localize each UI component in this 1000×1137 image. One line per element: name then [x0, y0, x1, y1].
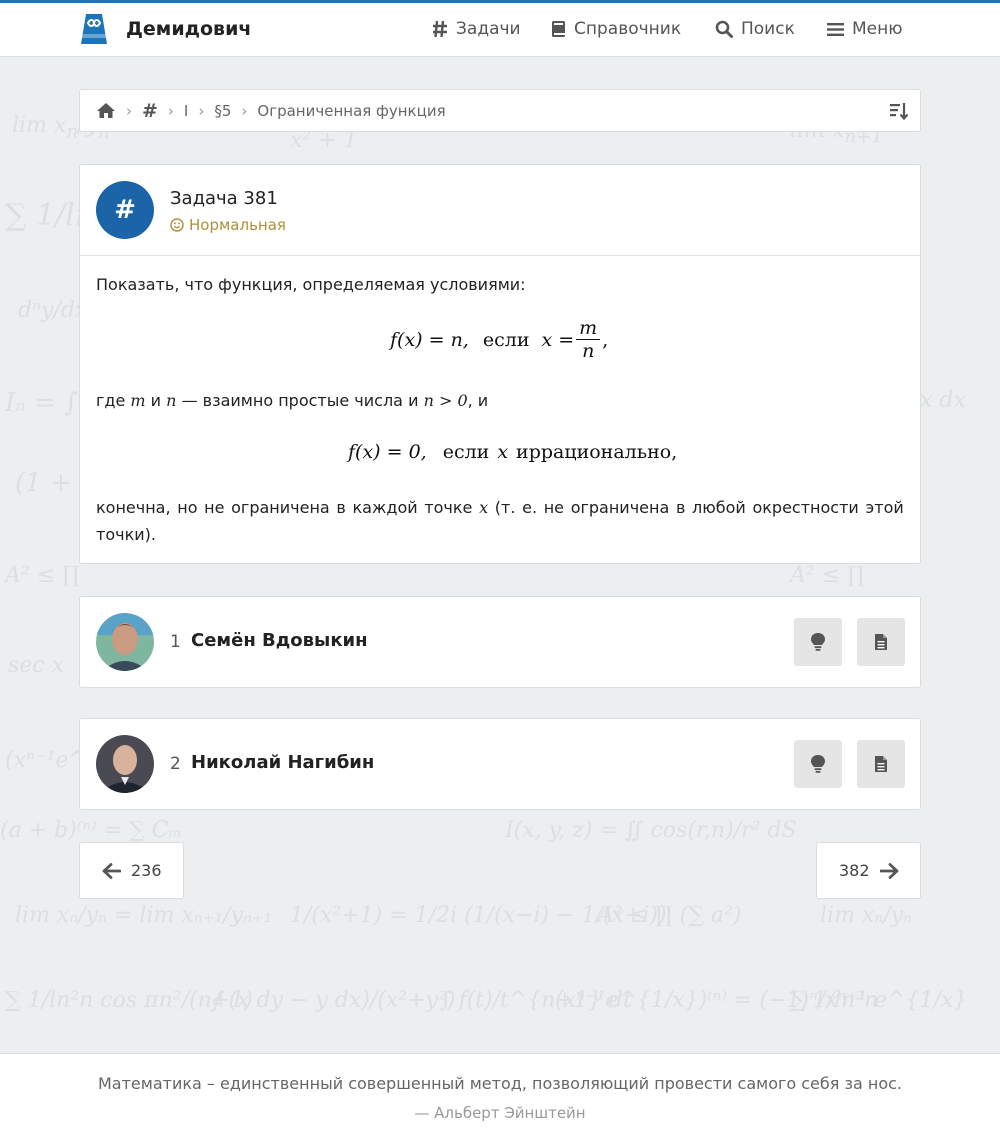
word: не	[543, 498, 565, 517]
formula-1-fraction: m n	[576, 317, 601, 362]
word: но	[177, 498, 198, 517]
formula-1: f(x) = n, если x = m n ,	[390, 317, 608, 362]
word: ограничена	[570, 498, 670, 517]
hash-icon	[433, 20, 447, 38]
word: не	[204, 498, 225, 517]
formula-2-var: x	[497, 441, 509, 463]
formula-2-rest: иррационально,	[516, 441, 678, 463]
solution-button[interactable]	[857, 740, 905, 788]
nav-search[interactable]: Поиск	[715, 19, 795, 39]
arrow-left-icon	[102, 862, 121, 879]
statement-text: где	[96, 391, 126, 410]
next-task-number: 382	[839, 861, 870, 880]
var-m: m	[130, 391, 146, 410]
formula-2-lhs: f(x) = 0,	[348, 441, 427, 463]
formula-1-denominator: n	[582, 340, 595, 362]
task-header: # Задача 381 Нормальная	[80, 165, 920, 256]
lightbulb-icon	[811, 633, 825, 651]
word: в	[336, 498, 346, 517]
avatar[interactable]	[96, 735, 154, 793]
statement-text: — взаимно простые числа и	[181, 391, 419, 410]
word: е.	[522, 498, 538, 517]
nav-search-label: Поиск	[741, 19, 795, 39]
solution-button[interactable]	[857, 618, 905, 666]
statement-line-4: точки).	[96, 525, 156, 544]
hint-button[interactable]	[794, 740, 842, 788]
statement-text: , и	[467, 391, 489, 410]
word: окрестности	[752, 498, 859, 517]
sort-icon[interactable]	[889, 101, 909, 125]
formula-1-if: если	[482, 328, 530, 351]
formula-1-tail: ,	[602, 328, 609, 351]
search-icon	[715, 20, 733, 38]
previous-task-button[interactable]: 236	[79, 842, 184, 899]
word: в	[675, 498, 686, 517]
breadcrumb: › # › I › §5 › Ограниченная функция	[79, 89, 921, 132]
word: каждой	[352, 498, 418, 517]
word: этой	[865, 498, 904, 517]
task-badge: #	[96, 181, 154, 239]
word: (т.	[494, 498, 516, 517]
formula-1-numerator: m	[576, 317, 601, 340]
solution-number: 2	[170, 754, 181, 774]
word: любой	[692, 498, 746, 517]
formula-2-if: если	[442, 441, 490, 463]
statement-line-3: конечна, но не ограничена в каждой точке…	[96, 498, 904, 517]
chevron-right-icon: ›	[126, 101, 132, 120]
solution-item[interactable]: 2 Николай Нагибин	[79, 718, 921, 810]
chevron-right-icon: ›	[167, 101, 174, 120]
statement-line-2: где m и n — взаимно простые числа и n > …	[96, 391, 488, 410]
statement-text: и	[150, 391, 162, 410]
solution-item[interactable]: 1 Семён Вдовыкин	[79, 596, 921, 688]
solution-author[interactable]: Николай Нагибин	[191, 752, 374, 773]
breadcrumb-tasks[interactable]: #	[142, 100, 158, 122]
hamburger-icon	[827, 22, 844, 36]
formula-2: f(x) = 0, если x иррационально,	[348, 441, 677, 463]
task-title: Задача 381	[170, 188, 278, 209]
condition-n-positive: n > 0	[423, 391, 468, 410]
document-icon	[875, 756, 887, 772]
document-icon	[875, 634, 887, 650]
footer-quote-author: — Альберт Эйнштейн	[414, 1104, 586, 1122]
footer-quote: Математика – единственный совершенный ме…	[97, 1074, 903, 1093]
solution-number: 1	[170, 632, 181, 652]
footer: Математика – единственный совершенный ме…	[0, 1053, 1000, 1137]
smile-icon	[170, 218, 184, 232]
word: конечна,	[96, 498, 171, 517]
breadcrumb-topic: Ограниченная функция	[257, 101, 446, 120]
logo-icon[interactable]	[79, 12, 109, 46]
nav-tasks[interactable]: Задачи	[432, 19, 521, 39]
avatar[interactable]	[96, 613, 154, 671]
formula-1-var: x =	[541, 328, 575, 351]
chevron-right-icon: ›	[198, 101, 205, 120]
word: точке	[424, 498, 473, 517]
book-icon	[552, 21, 565, 37]
difficulty-label: Нормальная	[170, 216, 286, 234]
nav-tasks-label: Задачи	[456, 19, 521, 39]
arrow-right-icon	[879, 862, 898, 879]
statement-line-1: Показать, что функция, определяемая усло…	[96, 275, 526, 294]
nav-menu[interactable]: Меню	[827, 19, 903, 39]
chevron-right-icon: ›	[241, 101, 248, 120]
nav-reference-label: Справочник	[574, 19, 682, 39]
difficulty-text: Нормальная	[189, 216, 286, 234]
var-x: x	[479, 498, 489, 517]
home-icon[interactable]	[96, 102, 116, 119]
brand-name[interactable]: Демидович	[126, 18, 251, 40]
next-task-button[interactable]: 382	[816, 842, 921, 899]
hint-button[interactable]	[794, 618, 842, 666]
var-n: n	[166, 391, 177, 410]
formula-1-lhs: f(x) = n,	[390, 328, 469, 351]
breadcrumb-part[interactable]: I	[184, 102, 188, 120]
word: ограничена	[231, 498, 330, 517]
nav-menu-label: Меню	[852, 19, 903, 39]
lightbulb-icon	[811, 755, 825, 773]
nav-reference[interactable]: Справочник	[551, 19, 681, 39]
top-navbar: Демидович Задачи Справочник Поиск Меню	[0, 3, 1000, 57]
task-card: # Задача 381 Нормальная Показать, что фу…	[79, 164, 921, 564]
breadcrumb-paragraph[interactable]: §5	[214, 102, 231, 120]
solution-author[interactable]: Семён Вдовыкин	[191, 630, 368, 651]
previous-task-number: 236	[131, 861, 162, 880]
